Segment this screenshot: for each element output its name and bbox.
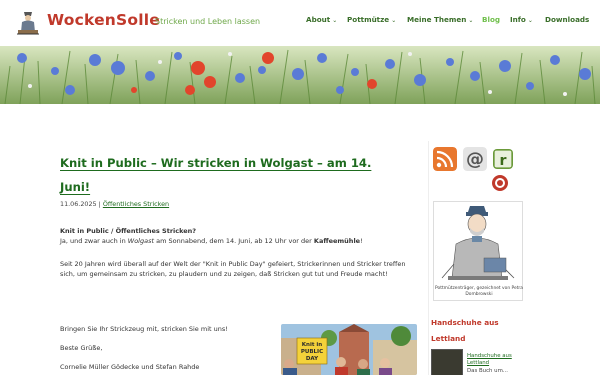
book-cover-thumbnail[interactable] — [431, 349, 463, 375]
nav-item-about[interactable]: About ⌄ — [306, 15, 337, 24]
knit-in-public-photo-image: Knit in PUBLIC DAY — [281, 324, 417, 375]
chevron-down-icon: ⌄ — [527, 17, 533, 24]
nav-item-info[interactable]: Info ⌄ — [510, 15, 533, 24]
intro-place: Wolgast — [127, 237, 155, 245]
post-paragraph-invite: Bringen Sie Ihr Strickzeug mit, stricken… — [60, 325, 228, 333]
sidebar: @ r Pottmützenträger, gezeichnet von Pet… — [428, 141, 540, 375]
email-at-icon[interactable]: @ — [463, 147, 487, 171]
svg-text:r: r — [500, 153, 507, 169]
post-date: 11.06.2025 — [60, 200, 97, 208]
nav-label: Pottmütze — [347, 15, 390, 24]
nav-item-blog[interactable]: Blog — [482, 15, 500, 24]
portrait-caption: Pottmützenträger, gezeichnet von Petra D… — [435, 286, 523, 297]
widget-title: Handschuhe aus Lettland — [431, 318, 499, 343]
meta-separator: | — [98, 200, 101, 208]
svg-text:DAY: DAY — [306, 356, 319, 362]
nav-label: Meine Themen — [407, 15, 467, 24]
post-greeting: Beste Grüße, — [60, 344, 103, 352]
banner-image — [0, 46, 600, 104]
post-category-link[interactable]: Öffentliches Stricken — [103, 200, 169, 208]
rss-feed-icon[interactable] — [433, 147, 457, 171]
svg-text:Knit in: Knit in — [302, 342, 322, 348]
intro-text: am Sonnabend, dem 14. Juni, ab 12 Uhr vo… — [154, 237, 314, 245]
book-subtext: Das Buch um... — [467, 368, 508, 374]
intro-text: ! — [360, 237, 363, 245]
nav-label: Blog — [482, 15, 501, 24]
nav-label: Info — [510, 15, 526, 24]
portrait-widget: Pottmützenträger, gezeichnet von Petra D… — [433, 201, 523, 301]
svg-text:@: @ — [466, 149, 484, 170]
chevron-down-icon: ⌄ — [468, 17, 474, 24]
post-paragraph-intro: Knit in Public / Öffentliches Stricken? … — [60, 226, 416, 246]
site-header: WockenSolle Stricken und Leben lassen Ab… — [0, 0, 600, 46]
post-signature: Cornelie Müller Gödecke und Stefan Rahde — [60, 363, 200, 371]
flower-meadow-banner — [0, 46, 600, 104]
intro-venue: Kaffeemühle — [313, 237, 361, 245]
knitter-logo-icon[interactable] — [14, 8, 42, 36]
post-title[interactable]: Knit in Public – Wir stricken in Wolgast… — [60, 151, 400, 199]
intro-question: Knit in Public / Öffentliches Stricken? — [60, 227, 197, 235]
site-title[interactable]: WockenSolle — [47, 11, 160, 29]
svg-text:PUBLIC: PUBLIC — [301, 349, 323, 355]
ravelry-button-icon[interactable] — [491, 174, 509, 192]
nav-label: Downloads — [545, 15, 590, 24]
chevron-down-icon: ⌄ — [391, 17, 397, 24]
knit-in-public-photo[interactable]: Knit in PUBLIC DAY — [281, 324, 417, 375]
book-link[interactable]: Handschuhe aus Lettland — [467, 353, 527, 367]
pottmuetze-portrait-icon — [434, 202, 522, 284]
ravelry-icon[interactable]: r — [493, 149, 513, 169]
site-tagline: Stricken und Leben lassen — [155, 17, 261, 26]
nav-item-downloads[interactable]: Downloads — [545, 15, 589, 24]
intro-text: Ja, und zwar auch in — [60, 237, 128, 245]
post-paragraph-history: Seit 20 Jahren wird überall auf der Welt… — [60, 260, 406, 278]
chevron-down-icon: ⌄ — [332, 17, 338, 24]
post-meta: 11.06.2025 | Öffentliches Stricken — [60, 200, 169, 208]
nav-label: About — [306, 15, 331, 24]
nav-item-meine-themen[interactable]: Meine Themen ⌄ — [407, 15, 473, 24]
nav-item-pottmuetze[interactable]: Pottmütze ⌄ — [347, 15, 396, 24]
